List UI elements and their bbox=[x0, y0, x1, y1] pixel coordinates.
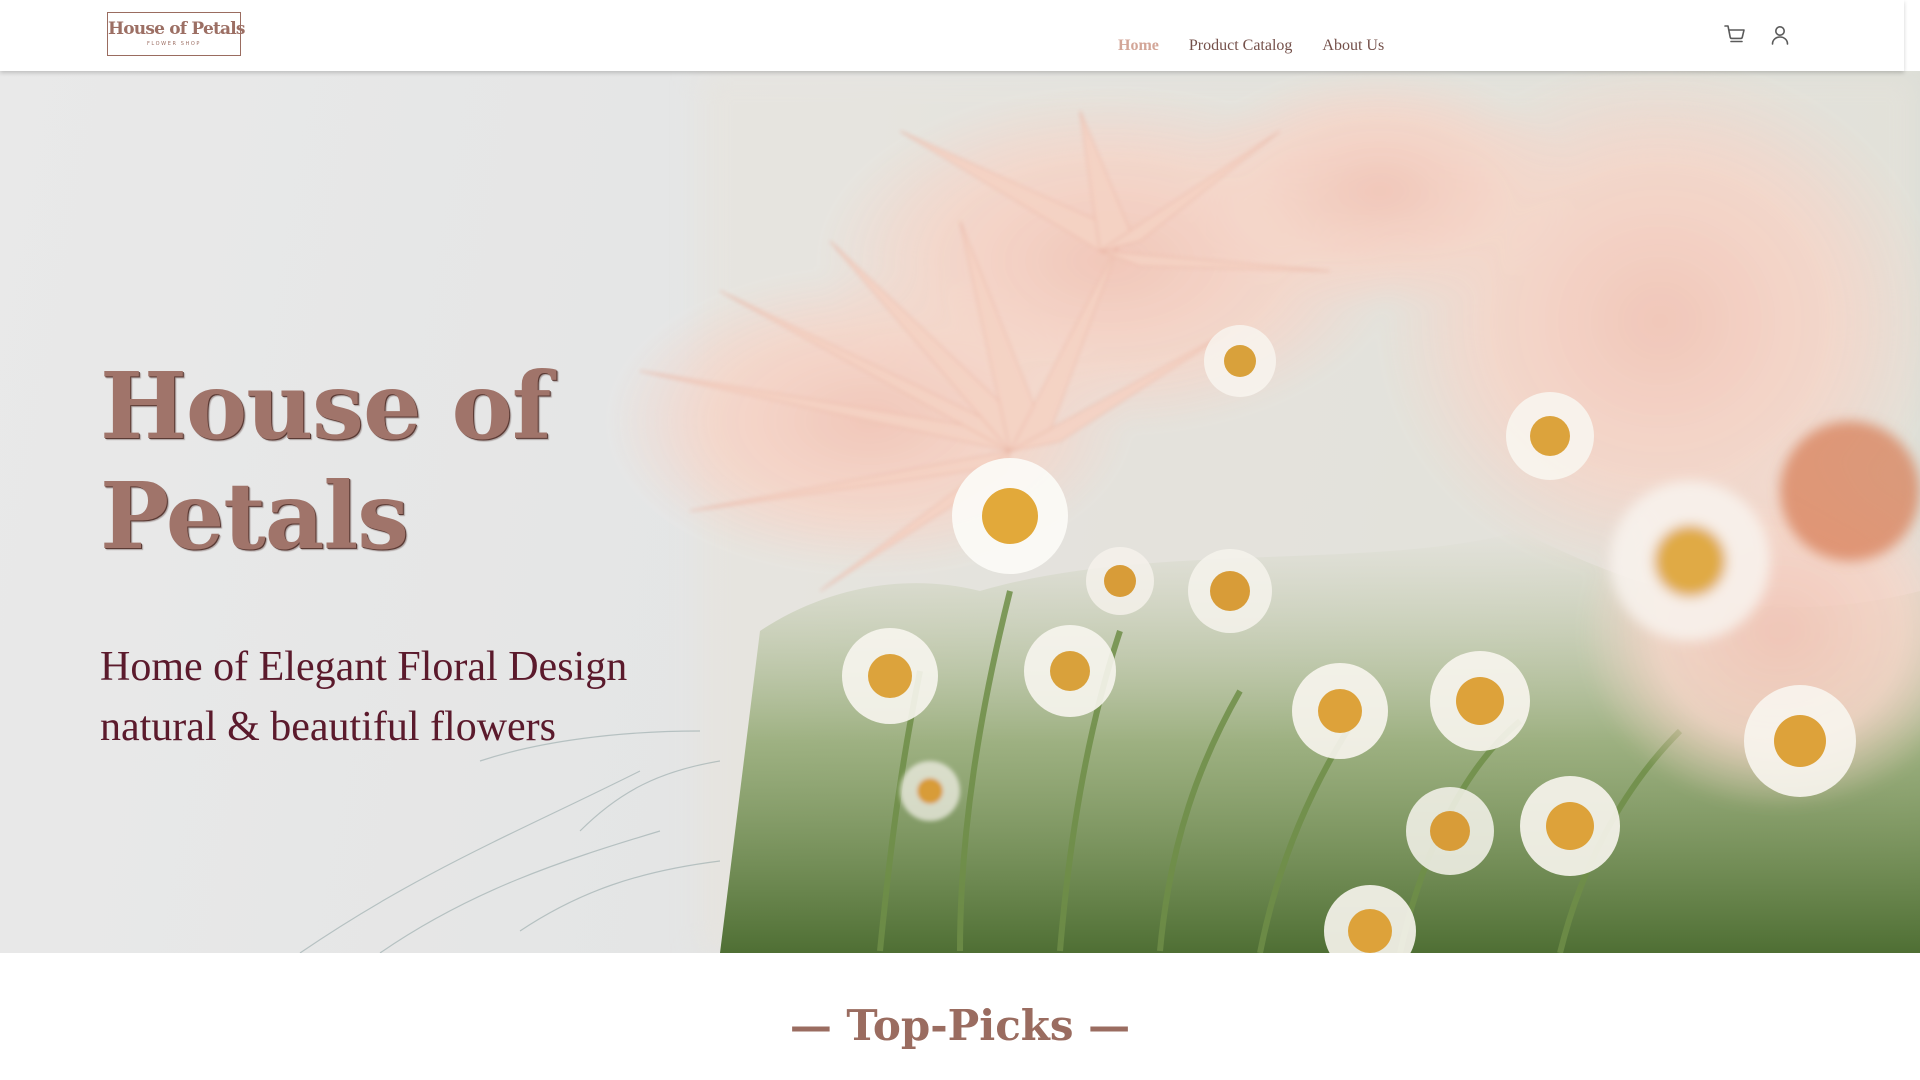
hero-subtitle-line-1: Home of Elegant Floral Design bbox=[100, 644, 628, 690]
logo-subtitle: FLOWER SHOP bbox=[146, 41, 202, 47]
site-header: House of Petals FLOWER SHOP Home Product… bbox=[0, 0, 1904, 71]
user-icon bbox=[1771, 26, 1789, 45]
logo[interactable]: House of Petals FLOWER SHOP bbox=[107, 12, 245, 56]
nav-product-catalog[interactable]: Product Catalog bbox=[1189, 36, 1293, 56]
main-nav: Home Product Catalog About Us bbox=[1118, 36, 1384, 56]
hero-title: House of Petals bbox=[100, 352, 551, 570]
nav-home[interactable]: Home bbox=[1118, 36, 1159, 56]
account-button[interactable] bbox=[1767, 22, 1793, 48]
logo-title: House of Petals bbox=[108, 19, 245, 39]
nav-about-us[interactable]: About Us bbox=[1322, 36, 1384, 56]
page: House of Petals FLOWER SHOP Home Product… bbox=[0, 0, 1920, 1080]
hero-banner: House of Petals Home of Elegant Floral D… bbox=[0, 71, 1920, 953]
hero-subtitle-line-2: natural & beautiful flowers bbox=[100, 704, 557, 750]
cart-icon bbox=[1724, 25, 1745, 43]
hero-subtitle: Home of Elegant Floral Design natural & … bbox=[100, 637, 820, 757]
top-picks-heading: — Top-Picks — bbox=[789, 1001, 1131, 1050]
cart-button[interactable] bbox=[1722, 22, 1748, 48]
